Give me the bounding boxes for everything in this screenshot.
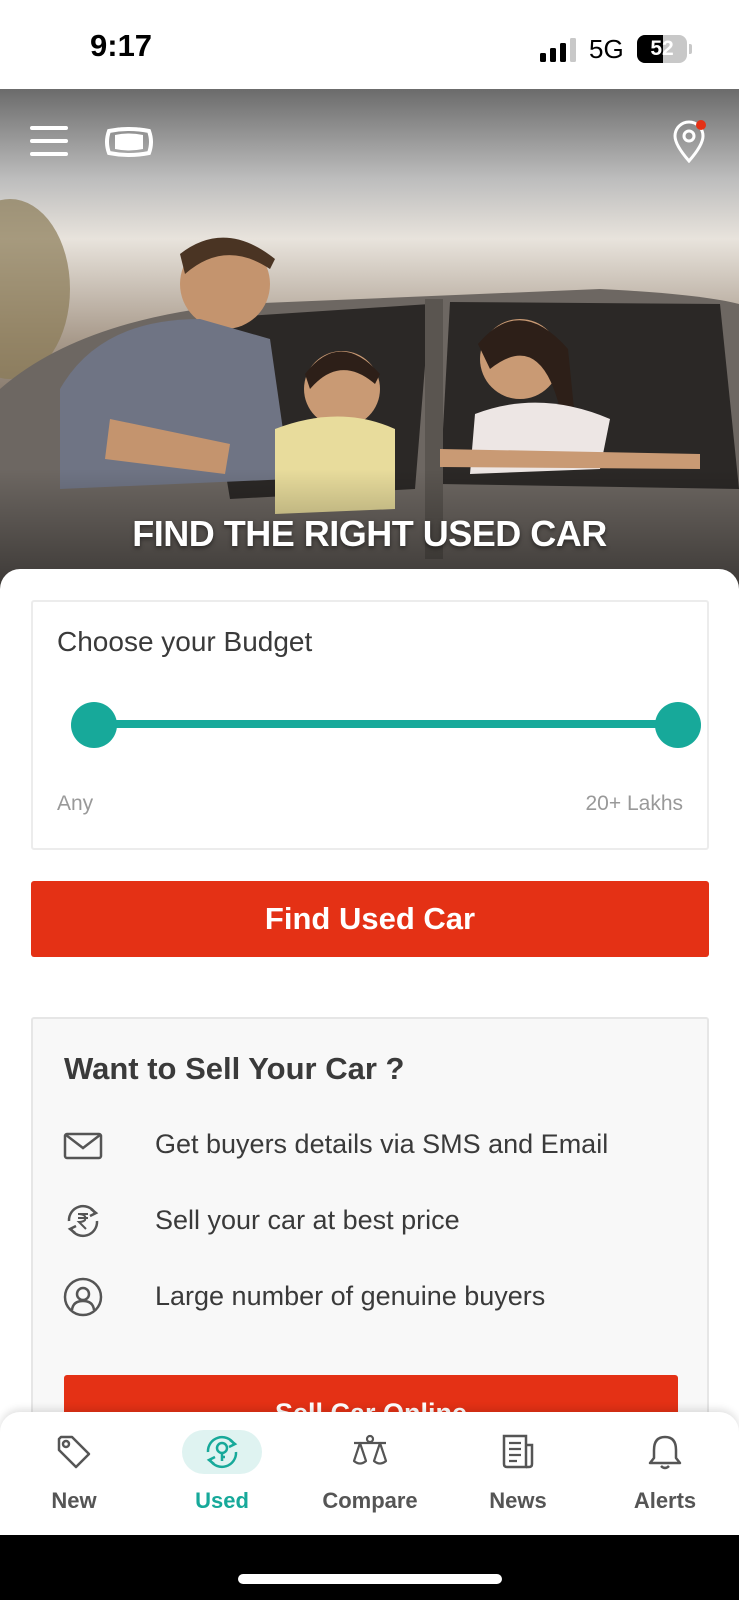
location-badge bbox=[696, 120, 706, 130]
budget-title: Choose your Budget bbox=[57, 626, 313, 657]
sell-feature-text: Large number of genuine buyers bbox=[155, 1281, 546, 1311]
home-indicator[interactable] bbox=[238, 1574, 502, 1584]
sell-feature-text: Get buyers details via SMS and Email bbox=[155, 1129, 609, 1159]
tag-icon bbox=[57, 1435, 91, 1469]
budget-max-label: 20+ Lakhs bbox=[585, 792, 684, 815]
nav-item-compare[interactable]: Compare bbox=[296, 1412, 444, 1535]
nav-icon-wrap bbox=[478, 1430, 558, 1474]
budget-slider-track[interactable] bbox=[93, 720, 673, 728]
key-refresh-icon bbox=[206, 1435, 238, 1469]
nav-label: Used bbox=[195, 1488, 249, 1513]
nav-icon-wrap bbox=[330, 1430, 410, 1474]
scale-icon bbox=[352, 1434, 388, 1465]
sell-feature-item: Sell your car at best price bbox=[63, 1199, 683, 1243]
budget-slider-max-handle[interactable] bbox=[655, 702, 701, 748]
brand-logo-icon[interactable] bbox=[105, 127, 153, 157]
battery-tip bbox=[689, 44, 692, 54]
nav-item-new[interactable]: New bbox=[0, 1412, 148, 1535]
rupee-refresh-icon bbox=[67, 1204, 99, 1238]
network-type: 5G bbox=[589, 34, 624, 64]
envelope-icon bbox=[63, 1132, 103, 1160]
nav-icon-wrap bbox=[625, 1430, 705, 1474]
signal-icon bbox=[540, 38, 576, 62]
sell-card-title: Want to Sell Your Car ? bbox=[64, 1051, 405, 1086]
newspaper-icon bbox=[502, 1434, 534, 1469]
budget-card: Choose your Budget Any 20+ Lakhs bbox=[31, 600, 709, 850]
budget-min-label: Any bbox=[57, 792, 94, 815]
user-circle-icon bbox=[63, 1277, 103, 1317]
bell-icon bbox=[648, 1435, 682, 1470]
nav-icon-wrap bbox=[182, 1430, 262, 1474]
status-bar: 9:17 5G 52 bbox=[0, 0, 739, 89]
nav-item-alerts[interactable]: Alerts bbox=[591, 1412, 739, 1535]
sell-feature-text: Sell your car at best price bbox=[155, 1205, 460, 1235]
hero-title: FIND THE RIGHT USED CAR bbox=[132, 513, 607, 554]
nav-item-news[interactable]: News bbox=[444, 1412, 592, 1535]
budget-slider-min-handle[interactable] bbox=[71, 702, 117, 748]
nav-icon-wrap bbox=[34, 1430, 114, 1474]
menu-icon[interactable] bbox=[30, 125, 68, 157]
battery-level: 52 bbox=[650, 37, 674, 60]
nav-label: Compare bbox=[322, 1488, 418, 1513]
nav-item-used[interactable]: Used bbox=[148, 1412, 296, 1535]
find-used-car-button[interactable]: Find Used Car bbox=[31, 881, 709, 957]
sell-car-card: Want to Sell Your Car ? Get buyers detai… bbox=[31, 1017, 709, 1467]
bottom-nav: New Used Compare News Alerts bbox=[0, 1412, 739, 1535]
nav-label: New bbox=[51, 1488, 97, 1513]
battery-icon: 52 bbox=[637, 35, 687, 63]
sell-feature-item: Get buyers details via SMS and Email bbox=[63, 1123, 683, 1167]
sell-feature-item: Large number of genuine buyers bbox=[63, 1275, 683, 1319]
nav-label: Alerts bbox=[633, 1488, 697, 1513]
home-bar-area bbox=[0, 1535, 739, 1600]
location-pin-icon[interactable] bbox=[672, 119, 708, 163]
status-time: 9:17 bbox=[90, 28, 153, 63]
hero-banner: FIND THE RIGHT USED CAR bbox=[0, 89, 739, 589]
nav-label: News bbox=[489, 1488, 547, 1513]
